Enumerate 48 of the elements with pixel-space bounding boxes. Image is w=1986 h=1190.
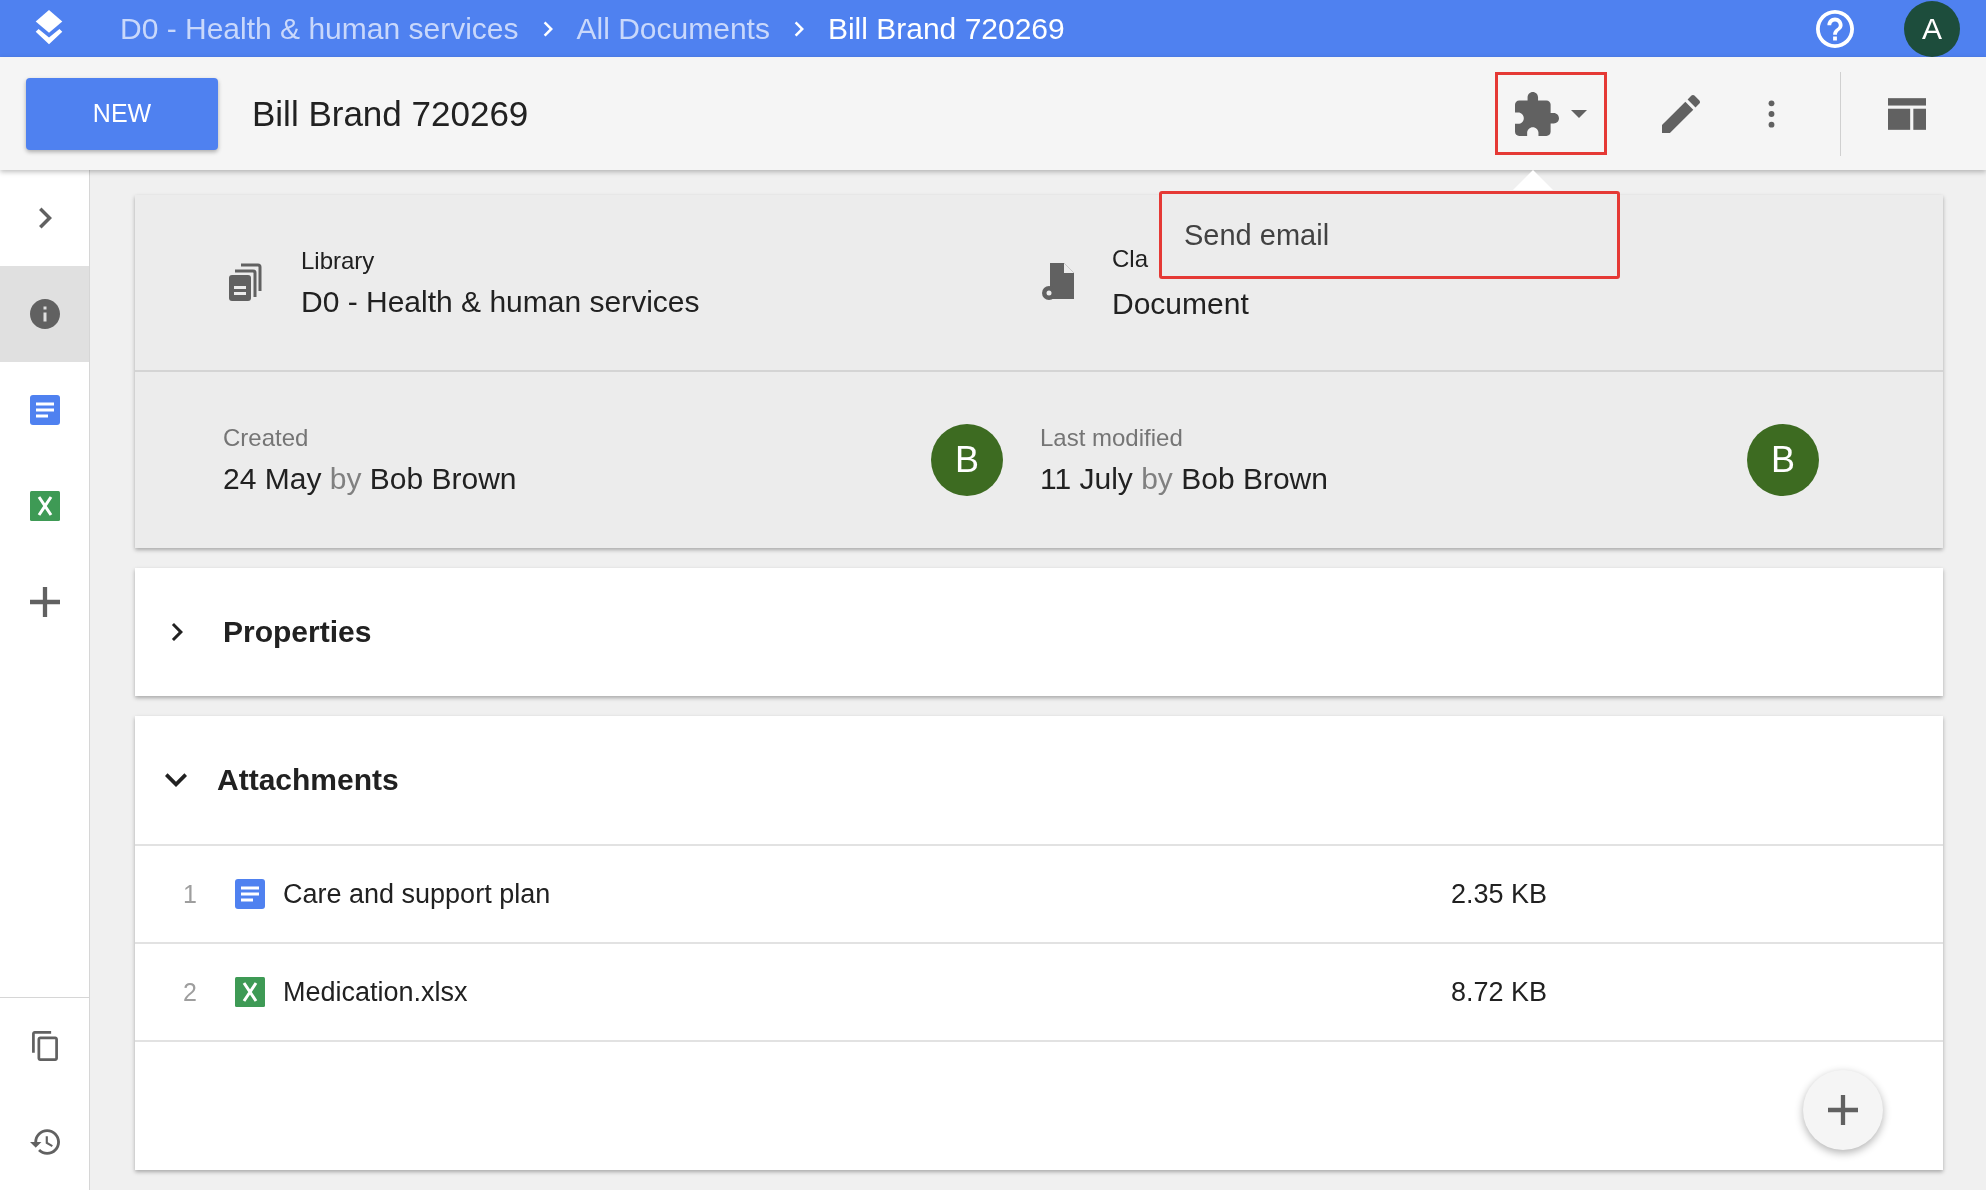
breadcrumb-link[interactable]: Bill Brand 720269 xyxy=(827,11,1065,46)
file-settings-icon xyxy=(1040,262,1076,303)
info-tab[interactable] xyxy=(0,266,89,362)
field-value: 24 May by Bob Brown xyxy=(223,462,518,496)
section-title[interactable]: Attachments xyxy=(217,763,399,797)
library-icon xyxy=(229,262,265,303)
help-icon[interactable] xyxy=(1816,9,1854,48)
chevron-right-icon xyxy=(793,20,804,37)
caret-icon xyxy=(1571,109,1587,118)
layout-icon[interactable] xyxy=(1888,97,1926,130)
chevron-right-icon[interactable] xyxy=(171,622,183,642)
file-size: 8.72 KB xyxy=(1449,976,1547,1008)
chevron-right-icon xyxy=(542,20,553,37)
copy-icon xyxy=(29,1031,60,1061)
puzzle-icon xyxy=(1515,91,1559,136)
edit-icon[interactable] xyxy=(1662,94,1700,133)
section-title[interactable]: Properties xyxy=(223,615,372,649)
plus-icon xyxy=(1828,1095,1858,1125)
spreadsheet-icon xyxy=(29,491,60,521)
field-label: Library xyxy=(301,246,376,275)
history-icon xyxy=(29,1127,60,1157)
info-icon xyxy=(29,299,60,329)
field-label: Last modified xyxy=(1040,424,1184,452)
field-value: D0 - Health & human services xyxy=(301,284,700,319)
field-value: Document xyxy=(1112,286,1249,321)
user-avatar: B xyxy=(1747,424,1819,496)
extensions-button[interactable] xyxy=(1495,72,1607,155)
file-size: 2.35 KB xyxy=(1449,878,1547,910)
plus-icon xyxy=(29,587,60,617)
field-value: 11 July by Bob Brown xyxy=(1040,462,1329,496)
spreadsheet-icon xyxy=(235,977,265,1007)
menu-item[interactable]: Send email xyxy=(1184,218,1330,252)
field-label: Created xyxy=(223,424,310,452)
row-number: 1 xyxy=(182,879,198,909)
row-number: 2 xyxy=(182,977,198,1007)
add-attachment-button[interactable] xyxy=(1803,1070,1883,1150)
attachment-name[interactable]: Medication.xlsx xyxy=(283,976,1427,1008)
account-avatar[interactable]: A xyxy=(1904,0,1960,57)
field-label: Cla xyxy=(1112,244,1149,273)
document-icon xyxy=(235,879,265,909)
chevron-right-icon xyxy=(37,207,52,229)
attachment-name[interactable]: Care and support plan xyxy=(283,878,1427,910)
document-title: Bill Brand 720269 xyxy=(252,93,529,134)
chevron-down-icon[interactable] xyxy=(165,771,187,789)
user-avatar: B xyxy=(931,424,1003,496)
document-icon xyxy=(29,395,60,425)
more-icon[interactable] xyxy=(1767,97,1776,130)
new-button[interactable]: NEW xyxy=(26,77,218,150)
